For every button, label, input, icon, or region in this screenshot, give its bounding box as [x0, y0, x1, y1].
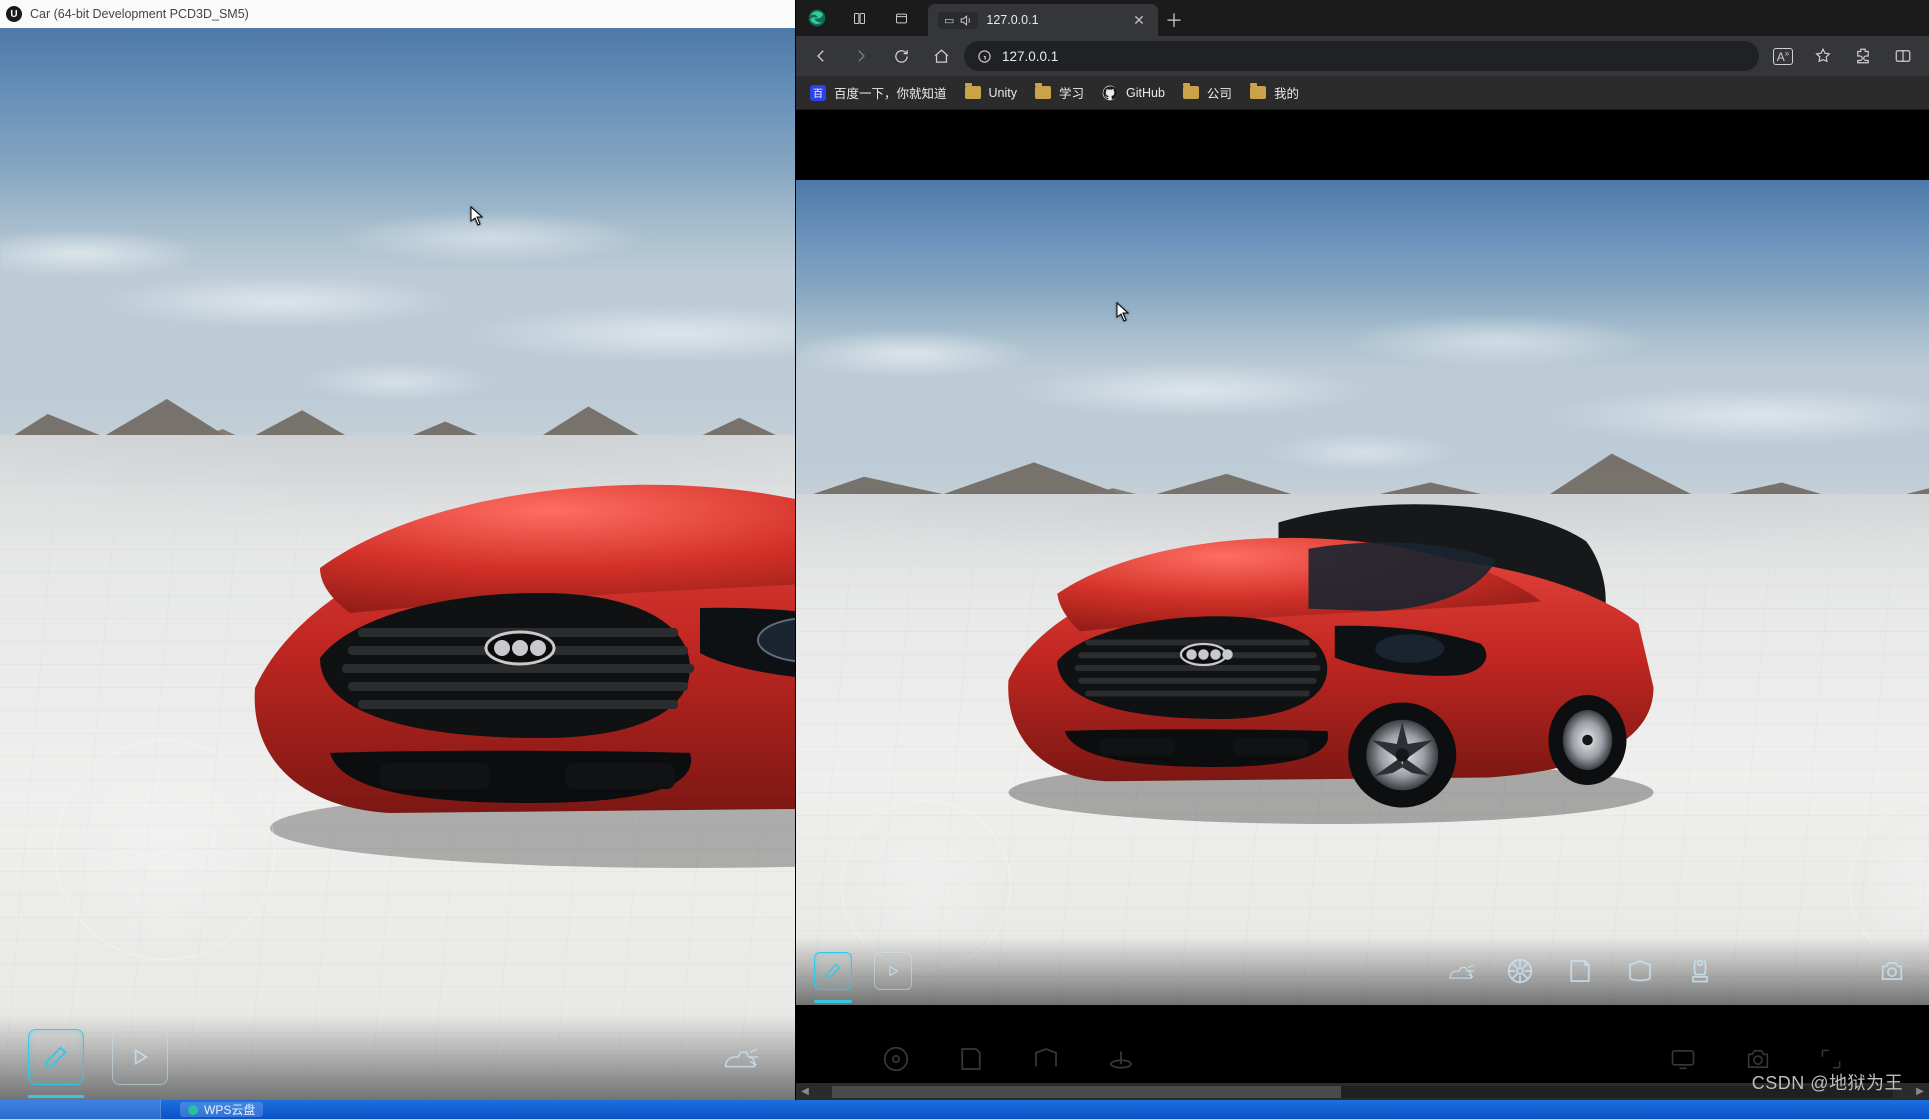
edge-browser-window: ▭ 127.0.0.1 ✕ ＋ 127.0.0.1 A	[795, 0, 1929, 1100]
nav-back-button[interactable]	[804, 41, 838, 71]
car-render	[170, 358, 795, 878]
seat-button[interactable]	[1681, 952, 1719, 990]
edge-toolbar: 127.0.0.1 A»	[796, 36, 1929, 76]
nav-refresh-button[interactable]	[884, 41, 918, 71]
edge-tabstrip: ▭ 127.0.0.1 ✕ ＋	[796, 0, 1929, 36]
browser-content-area: ◀ ▶	[796, 110, 1929, 1100]
scroll-right-arrow[interactable]: ▶	[1911, 1086, 1929, 1097]
play-button[interactable]	[112, 1029, 168, 1085]
taskbar-app-label: WPS云盘	[204, 1101, 255, 1118]
bookmarks-bar: 百 百度一下，你就知道 Unity 学习 GitHub 公司 我的	[796, 76, 1929, 110]
car-render	[956, 440, 1676, 830]
tab-actions-button[interactable]	[880, 0, 922, 36]
bookmark-baidu[interactable]: 百 百度一下，你就知道	[810, 83, 947, 102]
browser-tab-active[interactable]: ▭ 127.0.0.1 ✕	[928, 4, 1158, 36]
bookmark-folder-mine[interactable]: 我的	[1250, 83, 1299, 102]
unreal-titlebar[interactable]: U Car (64-bit Development PCD3D_SM5)	[0, 0, 795, 28]
bookmark-label: Unity	[989, 86, 1017, 100]
folder-icon	[1035, 86, 1051, 99]
split-screen-button[interactable]	[1885, 41, 1921, 71]
paint-spray-button[interactable]	[1441, 952, 1479, 990]
folder-icon	[1250, 86, 1266, 99]
read-aloud-button[interactable]: A»	[1765, 41, 1801, 71]
edge-logo-icon	[796, 0, 838, 36]
bookmark-folder-company[interactable]: 公司	[1183, 83, 1232, 102]
wheel-button[interactable]	[1501, 952, 1539, 990]
turntable-icon	[1106, 1044, 1136, 1074]
site-info-icon[interactable]	[976, 48, 992, 64]
address-bar[interactable]: 127.0.0.1	[964, 41, 1759, 71]
extensions-button[interactable]	[1845, 41, 1881, 71]
leather-button[interactable]	[1561, 952, 1599, 990]
trim-button[interactable]	[1621, 952, 1659, 990]
edit-button[interactable]	[28, 1029, 84, 1085]
bookmark-label: 百度一下，你就知道	[834, 83, 947, 102]
display-icon	[1668, 1045, 1698, 1073]
unreal-bottom-toolbar	[0, 1014, 795, 1100]
bookmark-label: 我的	[1274, 83, 1299, 102]
bookmark-folder-unity[interactable]: Unity	[965, 86, 1017, 100]
bookmark-label: GitHub	[1126, 86, 1165, 100]
camera-button[interactable]	[1873, 952, 1911, 990]
mouse-cursor-icon	[1116, 302, 1130, 322]
taskbar-app-wps[interactable]: WPS云盘	[180, 1102, 263, 1117]
doc-icon	[956, 1044, 986, 1074]
edit-button[interactable]	[814, 952, 852, 990]
new-tab-button[interactable]: ＋	[1158, 4, 1190, 36]
folder-icon	[1183, 86, 1199, 99]
baidu-favicon-icon: 百	[810, 85, 826, 101]
wps-icon	[188, 1105, 198, 1115]
nav-home-button[interactable]	[924, 41, 958, 71]
tab-title: 127.0.0.1	[986, 13, 1038, 27]
address-url-text: 127.0.0.1	[1002, 49, 1058, 64]
broadcast-icon: ▭	[944, 14, 954, 27]
bookmark-github[interactable]: GitHub	[1102, 85, 1165, 101]
speaker-icon	[959, 14, 972, 27]
bookmark-label: 学习	[1059, 83, 1084, 102]
bookmark-folder-study[interactable]: 学习	[1035, 83, 1084, 102]
unreal-viewport[interactable]	[0, 28, 795, 1100]
github-favicon-icon	[1102, 85, 1118, 101]
watermark-text: CSDN @地狱为王	[1752, 1069, 1903, 1095]
workspaces-button[interactable]	[838, 0, 880, 36]
unreal-logo-icon: U	[6, 6, 22, 22]
active-tool-underline	[28, 1095, 84, 1098]
trim-icon	[1031, 1044, 1061, 1074]
tab-close-button[interactable]: ✕	[1130, 12, 1148, 29]
favorite-button[interactable]	[1805, 41, 1841, 71]
bookmark-label: 公司	[1207, 83, 1232, 102]
paint-spray-button[interactable]	[711, 1029, 767, 1085]
play-button[interactable]	[874, 952, 912, 990]
windows-taskbar-sliver[interactable]: WPS云盘	[0, 1100, 1929, 1119]
folder-icon	[965, 86, 981, 99]
mouse-cursor-icon	[470, 206, 484, 226]
scroll-track[interactable]	[832, 1086, 1893, 1098]
active-tool-underline	[814, 1000, 852, 1003]
pixel-stream-viewport[interactable]	[796, 180, 1929, 1005]
touch-pad-circle[interactable]	[55, 740, 275, 960]
wheel-icon	[881, 1044, 911, 1074]
unreal-standalone-window: U Car (64-bit Development PCD3D_SM5)	[0, 0, 795, 1100]
scroll-left-arrow[interactable]: ◀	[796, 1086, 814, 1097]
tab-media-permission-chip[interactable]: ▭	[938, 12, 978, 29]
stream-bottom-toolbar	[796, 937, 1929, 1005]
nav-forward-button[interactable]	[844, 41, 878, 71]
unreal-window-title: Car (64-bit Development PCD3D_SM5)	[30, 7, 249, 21]
scroll-thumb[interactable]	[832, 1086, 1341, 1098]
